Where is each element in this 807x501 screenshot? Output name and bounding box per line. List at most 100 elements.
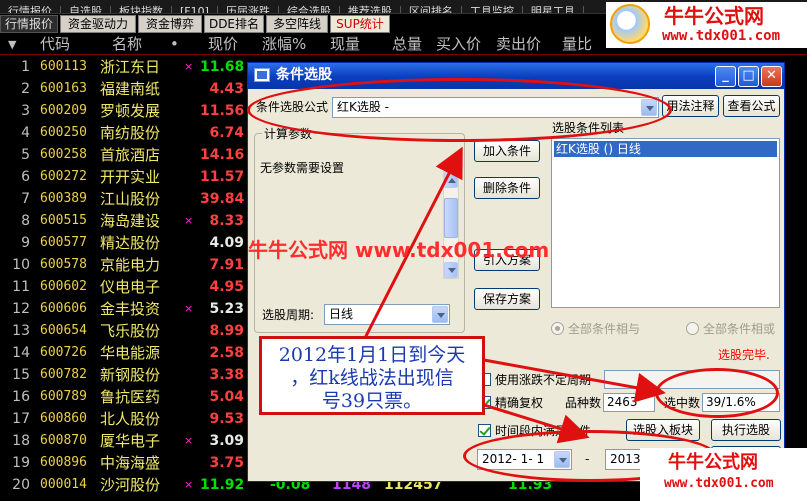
stock-code: 600860 [40, 411, 87, 426]
stock-price: 11.92 [200, 477, 245, 493]
top-menu-item[interactable]: 行情报价 [0, 6, 61, 13]
time-range-checkbox[interactable] [478, 424, 491, 437]
chevron-down-icon[interactable] [432, 306, 448, 323]
annotation-line: ，红k线战法出现信 [290, 367, 454, 389]
radio-and[interactable] [551, 322, 564, 335]
stock-price: 6.74 [209, 125, 244, 141]
row-index: 18 [12, 433, 30, 449]
top-menu-item[interactable]: 自选股 [61, 6, 111, 13]
stock-code: 600113 [40, 59, 87, 74]
stock-name: 华电能源 [100, 344, 161, 362]
row-index: 20 [12, 477, 30, 493]
col-dot: • [170, 35, 179, 53]
col-change-pct[interactable]: 涨幅% [262, 34, 306, 55]
top-menu-item[interactable]: 明星工具 [523, 6, 584, 13]
row-index: 4 [21, 125, 30, 141]
stock-code: 600896 [40, 455, 87, 470]
window-app-icon [254, 68, 270, 82]
logo-name: 牛牛公式网 [664, 4, 764, 28]
watermark-text: 牛牛公式网 www.tdx001.com [248, 238, 550, 262]
maximize-icon[interactable]: □ [738, 66, 759, 87]
conditions-list[interactable]: 红K选股 () 日线 [551, 138, 780, 308]
top-menu-item[interactable]: 综合选股 [279, 6, 340, 13]
list-item[interactable]: 红K选股 () 日线 [554, 141, 777, 157]
scroll-down-icon[interactable] [444, 262, 458, 278]
stock-price: 39.84 [200, 191, 245, 207]
period-select[interactable]: 日线 [324, 304, 450, 325]
top-menu-item[interactable]: [F10] [172, 6, 218, 13]
cow-mascot-icon [610, 4, 650, 44]
row-index: 7 [21, 191, 30, 207]
stock-code: 600654 [40, 323, 87, 338]
count-label: 品种数 [565, 396, 602, 410]
stock-name: 金丰投资 [100, 300, 161, 318]
tab-fund-game[interactable]: 资金博弈 [138, 15, 202, 33]
col-vol-ratio[interactable]: 量比 [562, 34, 592, 55]
site-logo-bottom: 牛牛公式网 www.tdx001.com [640, 448, 807, 501]
stock-name: 精达股份 [100, 234, 161, 252]
radio-or[interactable] [686, 322, 699, 335]
stock-name: 飞乐股份 [100, 322, 161, 340]
stock-price: 2.58 [209, 345, 244, 361]
stock-code: 600272 [40, 169, 87, 184]
annotation-callout: 2012年1月1日到今天 ，红k线战法出现信 号39只票。 [259, 336, 485, 415]
col-code[interactable]: 代码 [40, 34, 70, 55]
row-index: 6 [21, 169, 30, 185]
stock-price: 3.38 [209, 367, 244, 383]
scroll-up-icon[interactable] [444, 172, 458, 188]
col-name[interactable]: 名称 [112, 34, 142, 55]
tab-fund-drive[interactable]: 资金驱动力 [60, 15, 136, 33]
tab-quotes[interactable]: 行情报价 [0, 15, 58, 33]
minimize-icon[interactable]: _ [715, 66, 736, 87]
close-icon[interactable]: ✕ [761, 66, 782, 87]
status-text: 选股完毕. [718, 348, 770, 362]
stock-price: 9.53 [209, 411, 244, 427]
save-scheme-button[interactable]: 保存方案 [474, 288, 540, 310]
stock-code: 600726 [40, 345, 87, 360]
col-total-volume[interactable]: 总量 [392, 34, 422, 55]
annotation-line: 2012年1月1日到今天 [278, 344, 466, 366]
tab-dde-rank[interactable]: DDE排名 [204, 15, 264, 33]
top-menu-item[interactable]: 板块指数 [111, 6, 172, 13]
stock-code: 600209 [40, 103, 87, 118]
site-logo-top: 牛牛公式网 www.tdx001.com [606, 2, 807, 48]
tab-sup-stats[interactable]: SUP统计 [330, 15, 390, 33]
row-index: 16 [12, 389, 30, 405]
stock-code: 600606 [40, 301, 87, 316]
selected-count-highlight-ellipse [655, 368, 779, 418]
row-index: 13 [12, 323, 30, 339]
col-volume[interactable]: 现量 [330, 34, 360, 55]
col-price[interactable]: 现价 [208, 34, 238, 55]
col-ask[interactable]: 卖出价 [496, 34, 541, 55]
stock-name: 新钢股份 [100, 366, 161, 384]
stock-mark: × [184, 60, 194, 73]
stock-code: 600870 [40, 433, 87, 448]
sort-arrow-icon[interactable]: ▼ [8, 34, 16, 55]
row-index: 9 [21, 235, 30, 251]
radio-or-label: 全部条件相或 [703, 322, 776, 336]
stock-name: 南纺股份 [100, 124, 161, 142]
top-menu-item[interactable]: 历届涨跌 [218, 6, 279, 13]
formula-highlight-ellipse [247, 78, 672, 142]
scroll-thumb[interactable] [444, 198, 458, 238]
row-index: 5 [21, 147, 30, 163]
top-menu-item[interactable]: 推荐选股 [340, 6, 401, 13]
stock-code: 600789 [40, 389, 87, 404]
logo-name: 牛牛公式网 [668, 452, 758, 473]
stock-price: 5.23 [209, 301, 244, 317]
view-formula-button[interactable]: 查看公式 [723, 95, 780, 117]
delete-condition-button[interactable]: 删除条件 [474, 177, 540, 199]
period-label: 选股周期: [262, 308, 315, 322]
top-menu-item[interactable]: 工具监控 [462, 6, 523, 13]
top-menu-item[interactable]: 区间排名 [401, 6, 462, 13]
stock-name: 罗顿发展 [100, 102, 161, 120]
add-condition-button[interactable]: 加入条件 [474, 140, 540, 162]
stock-name: 中海海盛 [100, 454, 161, 472]
tab-long-short[interactable]: 多空阵线 [266, 15, 328, 33]
exact-adjust-label: 精确复权 [495, 396, 544, 410]
execute-button[interactable]: 执行选股 [711, 419, 781, 441]
stock-price: 4.09 [209, 235, 244, 251]
col-bid[interactable]: 买入价 [436, 34, 481, 55]
stock-mark: × [184, 478, 194, 491]
dialog-title: 条件选股 [276, 67, 332, 83]
